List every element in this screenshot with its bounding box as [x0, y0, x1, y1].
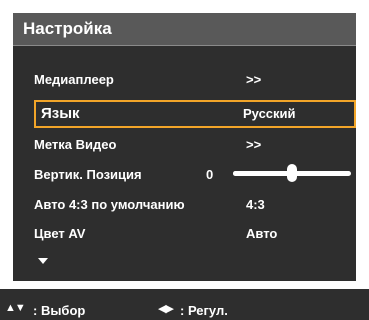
menu-title: Настройка: [23, 19, 112, 38]
language-value: Русский: [243, 106, 296, 121]
menu-item-label: Метка Видео: [34, 137, 117, 152]
slider-thumb[interactable]: [287, 164, 297, 182]
vertical-position-value: 0: [206, 167, 214, 182]
menu-item-auto-aspect[interactable]: Авто 4:3 по умолчанию 4:3: [34, 192, 356, 218]
menu-header: Настройка: [13, 13, 356, 46]
up-down-arrows-icon: ▲▼: [5, 302, 26, 314]
submenu-arrow: >>: [246, 137, 262, 152]
help-bar: ▲▼ : Выбор ◀▶ : Регул.: [0, 289, 369, 320]
menu-item-label: Медиаплеер: [34, 72, 114, 87]
menu-item-language[interactable]: Язык Русский: [34, 100, 356, 128]
menu-item-video-label[interactable]: Метка Видео >>: [34, 132, 356, 158]
menu-item-label: Язык: [41, 105, 80, 122]
menu-item-label: Авто 4:3 по умолчанию: [34, 197, 185, 212]
scroll-down-arrow-icon[interactable]: [38, 258, 48, 264]
slider-fill: [233, 171, 292, 176]
menu-item-vertical-position[interactable]: Вертик. Позиция 0: [34, 162, 356, 188]
select-hint: : Выбор: [33, 303, 86, 318]
av-color-value: Авто: [246, 226, 278, 241]
left-right-arrows-icon: ◀▶: [158, 303, 174, 315]
menu-item-av-color[interactable]: Цвет AV Авто: [34, 221, 356, 247]
submenu-arrow: >>: [246, 72, 262, 87]
vertical-position-slider[interactable]: [233, 164, 351, 182]
auto-aspect-value: 4:3: [246, 197, 265, 212]
menu-item-media-player[interactable]: Медиаплеер >>: [34, 67, 356, 93]
adjust-hint: : Регул.: [180, 303, 228, 318]
menu-item-label: Цвет AV: [34, 226, 86, 241]
settings-menu: Настройка Медиаплеер >> Язык Русский Мет…: [13, 13, 356, 281]
menu-item-label: Вертик. Позиция: [34, 167, 142, 182]
